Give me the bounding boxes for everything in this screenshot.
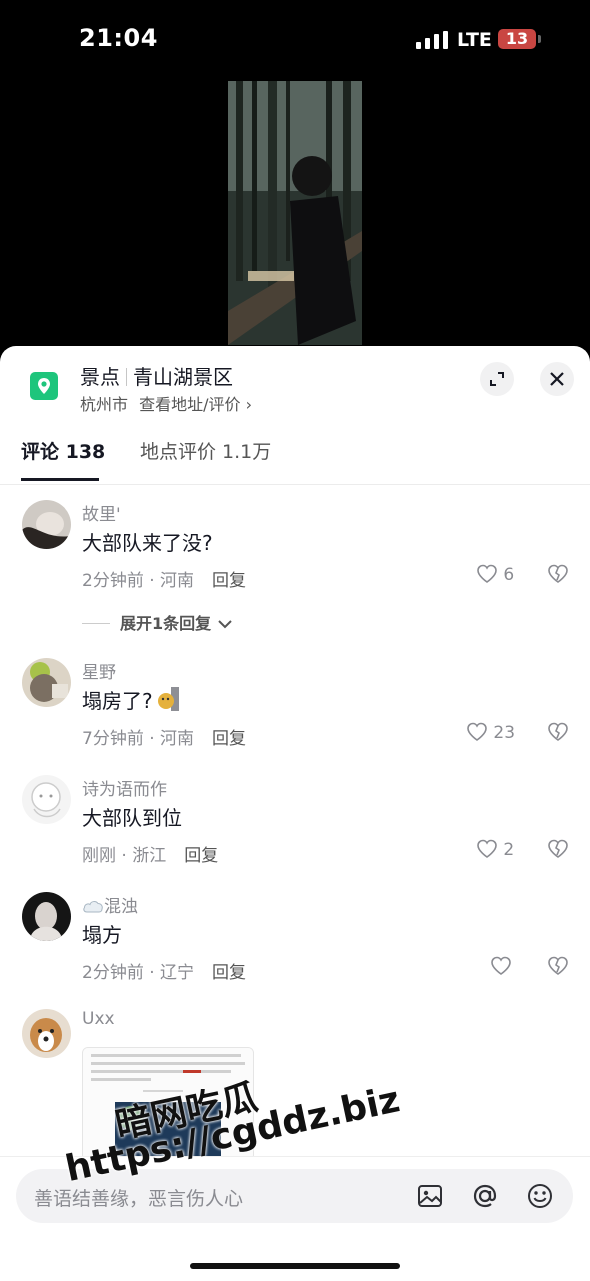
tab-comments[interactable]: 评论 138 [21, 437, 105, 464]
heart-icon [491, 956, 511, 975]
comment-username[interactable]: 诗为语而作 [82, 775, 167, 800]
heart-icon [477, 839, 497, 858]
comment-text-content: 塌房了? [82, 689, 153, 713]
comment-time: 2分钟前 [82, 963, 144, 983]
broken-heart-icon [548, 722, 568, 741]
expand-replies-button[interactable]: 展开1条回复 [82, 610, 233, 634]
close-icon [550, 372, 564, 386]
comment-meta: 2分钟前 · 辽宁 回复 [82, 963, 247, 983]
status-bar: 21:04 LTE 13 [0, 0, 590, 80]
video-preview[interactable] [228, 81, 362, 345]
like-count: 23 [493, 723, 516, 743]
expand-icon [490, 372, 504, 386]
sticker-emoji-icon [157, 687, 179, 711]
location-subtitle[interactable]: 杭州市 查看地址/评价 › [80, 391, 252, 415]
comment-time: 2分钟前 [82, 571, 144, 591]
like-button[interactable]: 23 [466, 722, 515, 746]
comment-text: 塌房了? [82, 685, 179, 714]
chevron-down-icon [218, 620, 232, 629]
tab-place-reviews[interactable]: 地点评价 1.1万 [140, 437, 271, 464]
comment-text: 塌方 [82, 923, 122, 947]
comment-username[interactable]: 故里' [82, 500, 121, 525]
dislike-button[interactable] [547, 839, 569, 863]
dislike-button[interactable] [547, 722, 569, 746]
dislike-button[interactable] [547, 564, 569, 588]
comment-input-bar: 善语结善缘，恶言伤人心 [0, 1156, 590, 1281]
title-divider [126, 368, 127, 386]
cloud-icon [83, 901, 103, 913]
comment-region: 河南 [160, 729, 195, 749]
comment-username[interactable]: Uxx [82, 1009, 115, 1029]
home-indicator [190, 1263, 400, 1269]
dislike-button[interactable] [547, 956, 569, 980]
like-button[interactable]: 2 [476, 839, 514, 863]
avatar[interactable] [22, 500, 71, 549]
battery-cap [538, 35, 541, 43]
reply-button[interactable]: 回复 [212, 963, 246, 983]
comment-time: 7分钟前 [82, 729, 144, 749]
comment-time: 刚刚 [82, 846, 116, 866]
reply-button[interactable]: 回复 [212, 729, 246, 749]
location-pin-icon [30, 372, 58, 400]
heart-icon [467, 722, 487, 741]
comment-region: 浙江 [132, 846, 167, 866]
avatar[interactable] [22, 1009, 71, 1058]
like-button[interactable] [490, 956, 512, 980]
comment-username[interactable]: 星野 [82, 658, 116, 683]
comment-meta: 7分钟前 · 河南 回复 [82, 729, 247, 749]
like-count: 2 [503, 840, 515, 860]
expand-button[interactable] [480, 362, 514, 396]
signal-icon [416, 31, 448, 49]
view-address-link[interactable]: 查看地址/评价 › [139, 395, 252, 414]
screenshot-thumbnail [83, 1048, 253, 1160]
reply-button[interactable]: 回复 [212, 571, 246, 591]
comment-text: 大部队到位 [82, 806, 182, 830]
comment-input-placeholder: 善语结善缘，恶言伤人心 [34, 1188, 244, 1210]
location-title[interactable]: 景点 青山湖景区 [80, 361, 233, 390]
tab-bar: 评论 138 地点评价 1.1万 [0, 426, 590, 485]
reply-button[interactable]: 回复 [184, 846, 218, 866]
comment-region: 辽宁 [160, 963, 195, 983]
expand-replies-label: 展开1条回复 [120, 614, 212, 633]
image-icon [418, 1185, 442, 1207]
active-tab-indicator [21, 478, 99, 481]
heart-icon [477, 564, 497, 583]
video-scene [228, 81, 362, 345]
broken-heart-icon [548, 564, 568, 583]
comment-input[interactable]: 善语结善缘，恶言伤人心 [16, 1169, 573, 1223]
broken-heart-icon [548, 839, 568, 858]
close-button[interactable] [540, 362, 574, 396]
divider-line [82, 623, 110, 624]
avatar[interactable] [22, 658, 71, 707]
image-button[interactable] [416, 1182, 444, 1214]
mention-button[interactable] [471, 1182, 499, 1214]
smiley-icon [528, 1184, 552, 1208]
location-name: 青山湖景区 [133, 365, 233, 389]
avatar[interactable] [22, 892, 71, 941]
like-count: 6 [503, 565, 515, 585]
avatar[interactable] [22, 775, 71, 824]
comment-meta: 刚刚 · 浙江 回复 [82, 846, 219, 866]
network-type: LTE [457, 29, 492, 51]
comment-region: 河南 [160, 571, 195, 591]
comment-username[interactable]: 混浊 [82, 892, 138, 917]
battery-icon: 13 [498, 29, 536, 49]
broken-heart-icon [548, 956, 568, 975]
location-category: 景点 [80, 365, 120, 389]
comment-attachment-image[interactable] [82, 1047, 254, 1161]
emoji-button[interactable] [526, 1182, 554, 1214]
location-city: 杭州市 [80, 395, 129, 414]
comment-text: 大部队来了没? [82, 531, 213, 555]
like-button[interactable]: 6 [476, 564, 514, 588]
at-icon [473, 1184, 497, 1208]
status-time: 21:04 [79, 24, 158, 52]
comment-username-text: 混浊 [104, 897, 138, 917]
comment-meta: 2分钟前 · 河南 回复 [82, 571, 247, 591]
